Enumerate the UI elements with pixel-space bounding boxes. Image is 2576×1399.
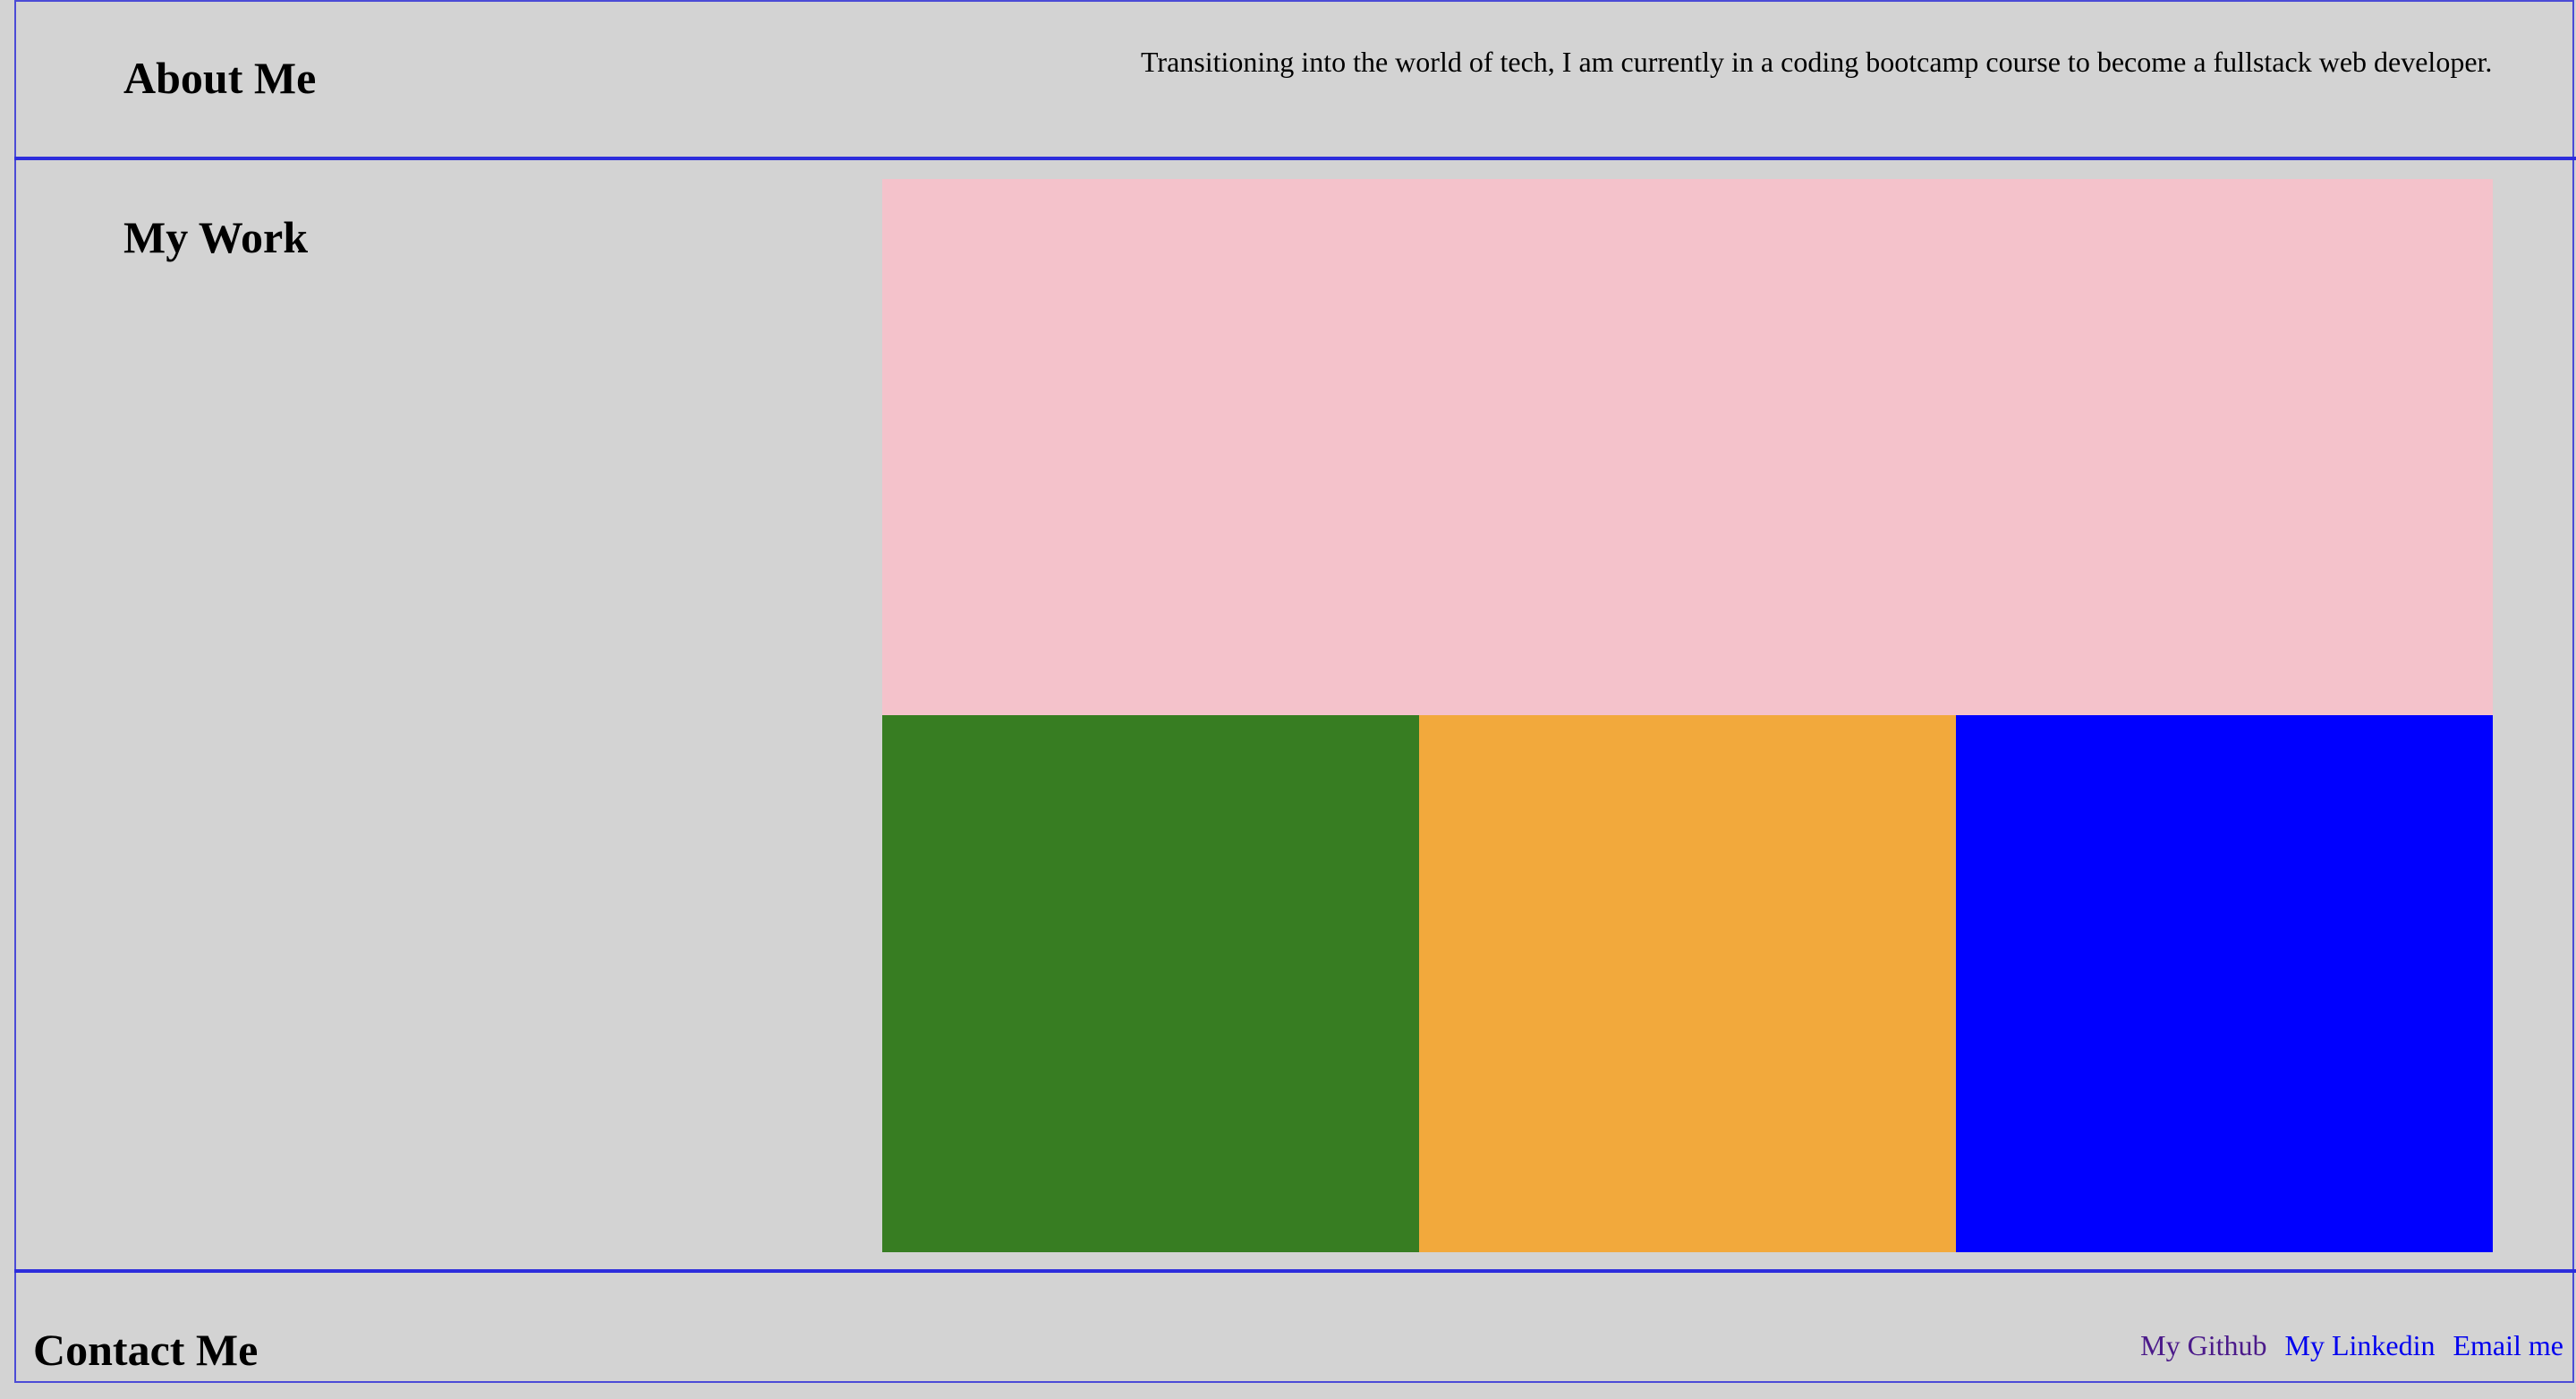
about-heading: About Me	[123, 53, 317, 103]
work-gallery	[882, 179, 2493, 1252]
section-divider	[14, 157, 2576, 160]
section-divider	[14, 1269, 2576, 1273]
work-heading: My Work	[123, 212, 309, 262]
contact-heading: Contact Me	[33, 1325, 259, 1375]
about-text: Transitioning into the world of tech, I …	[1141, 46, 2493, 78]
linkedin-link[interactable]: My Linkedin	[2285, 1329, 2436, 1361]
github-link[interactable]: My Github	[2140, 1329, 2266, 1361]
contact-links: My Github My Linkedin Email me	[2140, 1329, 2563, 1361]
work-tile-1[interactable]	[882, 715, 1419, 1252]
work-tile-featured[interactable]	[882, 179, 2493, 715]
work-tile-2[interactable]	[1419, 715, 1956, 1252]
work-tile-3[interactable]	[1956, 715, 2493, 1252]
email-link[interactable]: Email me	[2453, 1329, 2563, 1361]
